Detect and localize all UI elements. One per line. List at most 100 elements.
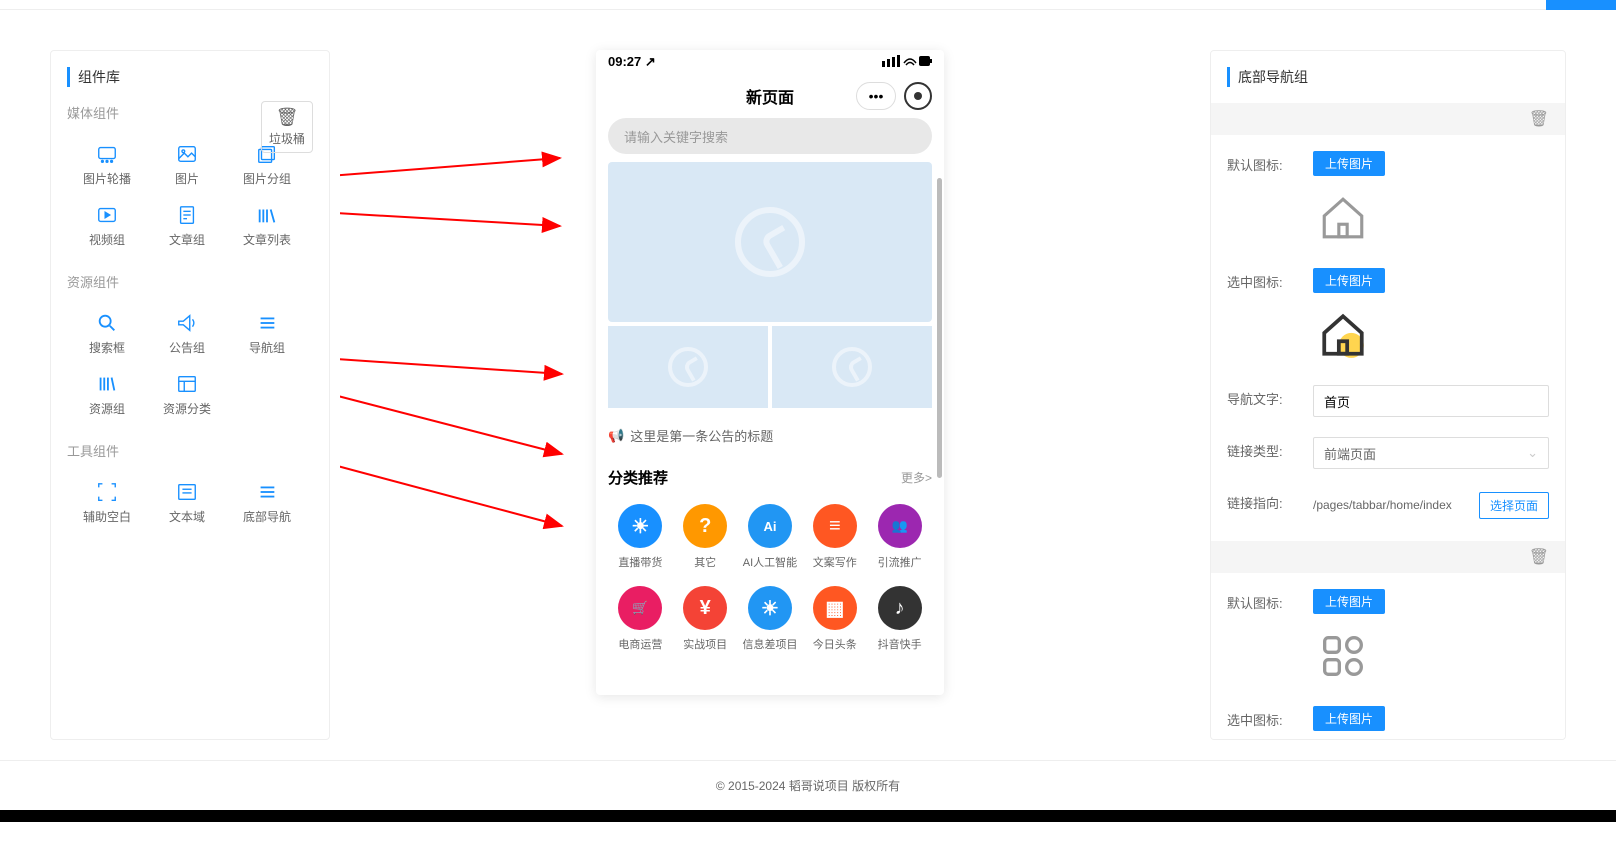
component-article[interactable]: 文章组 xyxy=(147,195,227,256)
menu-dots-button[interactable]: ••• xyxy=(856,82,896,110)
category-item[interactable]: ?其它 xyxy=(673,496,738,578)
category-icon: ¥ xyxy=(683,586,727,630)
category-label: 实战项目 xyxy=(683,636,727,652)
category-label: 其它 xyxy=(694,554,716,570)
banner-logo-placeholder xyxy=(735,207,805,277)
upload-active-icon-button-2[interactable]: 上传图片 xyxy=(1313,706,1385,731)
active-icon-label: 选中图标: xyxy=(1227,268,1297,291)
category-item[interactable]: ≡文案写作 xyxy=(802,496,867,578)
announcement-bar[interactable]: 📢 这里是第一条公告的标题 xyxy=(596,416,944,455)
top-toolbar xyxy=(0,0,1616,10)
nav-grid-item[interactable] xyxy=(772,326,932,408)
component-textarea[interactable]: 文本域 xyxy=(147,472,227,533)
component-blank[interactable]: 辅助空白 xyxy=(67,472,147,533)
properties-title: 底部导航组 xyxy=(1227,67,1549,87)
component-library-panel: 组件库 🗑 垃圾桶 媒体组件 图片轮播图片图片分组视频组文章组文章列表 资源组件… xyxy=(50,50,330,740)
default-icon-label-2: 默认图标: xyxy=(1227,589,1297,612)
component-announce[interactable]: 公告组 xyxy=(147,303,227,364)
category-icon: 🛒 xyxy=(618,586,662,630)
category-icon: Ai xyxy=(748,504,792,548)
upload-default-icon-button[interactable]: 上传图片 xyxy=(1313,151,1385,176)
trash-icon: 🗑 xyxy=(276,107,299,128)
component-label: 资源分类 xyxy=(163,400,211,417)
component-label: 图片 xyxy=(175,170,199,187)
video-icon xyxy=(95,203,119,227)
carousel-icon xyxy=(95,142,119,166)
status-bar: 09:27 ↗ xyxy=(596,50,944,74)
component-image[interactable]: 图片 xyxy=(147,134,227,195)
textarea-icon xyxy=(175,480,199,504)
select-page-button[interactable]: 选择页面 xyxy=(1479,492,1549,519)
section-resource-label: 资源组件 xyxy=(67,272,313,291)
category-item[interactable]: ☀信息差项目 xyxy=(738,578,803,660)
image-nav-grid xyxy=(608,326,932,408)
upload-active-icon-button[interactable]: 上传图片 xyxy=(1313,268,1385,293)
category-icon xyxy=(175,372,199,396)
page-title: 新页面 xyxy=(746,84,794,108)
category-label: 信息差项目 xyxy=(742,636,797,652)
category-icon: ▦ xyxy=(813,586,857,630)
upload-default-icon-button-2[interactable]: 上传图片 xyxy=(1313,589,1385,614)
default-icon-preview-2 xyxy=(1313,626,1373,686)
chevron-down-icon: ⌄ xyxy=(1527,445,1538,461)
component-video[interactable]: 视频组 xyxy=(67,195,147,256)
component-label: 视频组 xyxy=(89,231,125,248)
item-toolbar-2: 🗑 xyxy=(1211,541,1565,573)
component-label: 图片分组 xyxy=(243,170,291,187)
target-button[interactable] xyxy=(904,82,932,110)
component-category[interactable]: 资源分类 xyxy=(147,364,227,425)
category-item[interactable]: 👥引流推广 xyxy=(867,496,932,578)
component-label: 图片轮播 xyxy=(83,170,131,187)
component-bottom-nav[interactable]: 底部导航 xyxy=(227,472,307,533)
article-list-icon xyxy=(255,203,279,227)
app-header: 新页面 ••• xyxy=(596,74,944,118)
category-item[interactable]: ♪ 抖音快手 xyxy=(867,578,932,660)
active-icon-preview-1 xyxy=(1313,305,1373,365)
component-label: 搜索框 xyxy=(89,339,125,356)
component-carousel[interactable]: 图片轮播 xyxy=(67,134,147,195)
link-type-label: 链接类型: xyxy=(1227,437,1297,460)
article-icon xyxy=(175,203,199,227)
nav-grid-item[interactable] xyxy=(608,326,768,408)
section-tool-label: 工具组件 xyxy=(67,441,313,460)
nav-text-label: 导航文字: xyxy=(1227,385,1297,408)
category-item[interactable]: AiAI人工智能 xyxy=(738,496,803,578)
category-item[interactable]: 🛒 电商运营 xyxy=(608,578,673,660)
category-icon: ♪ xyxy=(878,586,922,630)
link-type-select[interactable]: 前端页面 ⌄ xyxy=(1313,437,1549,469)
top-action-button[interactable] xyxy=(1546,0,1616,10)
category-label: 抖音快手 xyxy=(878,636,922,652)
nav-text-input[interactable] xyxy=(1313,385,1549,417)
delete-icon[interactable]: 🗑 xyxy=(1529,547,1549,567)
search-input[interactable]: 请输入关键字搜索 xyxy=(608,118,932,154)
carousel-banner[interactable] xyxy=(608,162,932,322)
default-icon-label: 默认图标: xyxy=(1227,151,1297,174)
announce-icon xyxy=(175,311,199,335)
item-toolbar-1: 🗑 xyxy=(1211,103,1565,135)
component-article-list[interactable]: 文章列表 xyxy=(227,195,307,256)
category-item[interactable]: ¥ 实战项目 xyxy=(673,578,738,660)
blank-icon xyxy=(95,480,119,504)
phone-frame: 09:27 ↗ 新页面 ••• 请输入关键字搜索 xyxy=(596,50,944,695)
trash-bin[interactable]: 🗑 垃圾桶 xyxy=(261,101,313,153)
status-time: 09:27 ↗ xyxy=(608,54,656,70)
category-item[interactable]: ▦今日头条 xyxy=(802,578,867,660)
category-item[interactable]: ☀直播带货 xyxy=(608,496,673,578)
default-icon-preview-1 xyxy=(1313,188,1373,248)
delete-icon[interactable]: 🗑 xyxy=(1529,109,1549,129)
category-section-title: 分类推荐 xyxy=(608,467,668,488)
link-target-value: /pages/tabbar/home/index xyxy=(1313,489,1473,521)
component-search[interactable]: 搜索框 xyxy=(67,303,147,364)
footer-copyright: © 2015-2024 韬哥说项目 版权所有 xyxy=(0,760,1616,810)
panel-title: 组件库 xyxy=(67,67,313,87)
properties-panel: 底部导航组 🗑 默认图标: 上传图片 选中图标: 上传图片 xyxy=(1210,50,1566,740)
more-link[interactable]: 更多> xyxy=(901,469,932,486)
component-nav[interactable]: 导航组 xyxy=(227,303,307,364)
nav-icon xyxy=(255,311,279,335)
component-label: 导航组 xyxy=(249,339,285,356)
category-label: 电商运营 xyxy=(618,636,662,652)
active-icon-preview-2 xyxy=(1313,739,1373,740)
component-resource[interactable]: 资源组 xyxy=(67,364,147,425)
category-label: 文案写作 xyxy=(813,554,857,570)
component-label: 文章列表 xyxy=(243,231,291,248)
